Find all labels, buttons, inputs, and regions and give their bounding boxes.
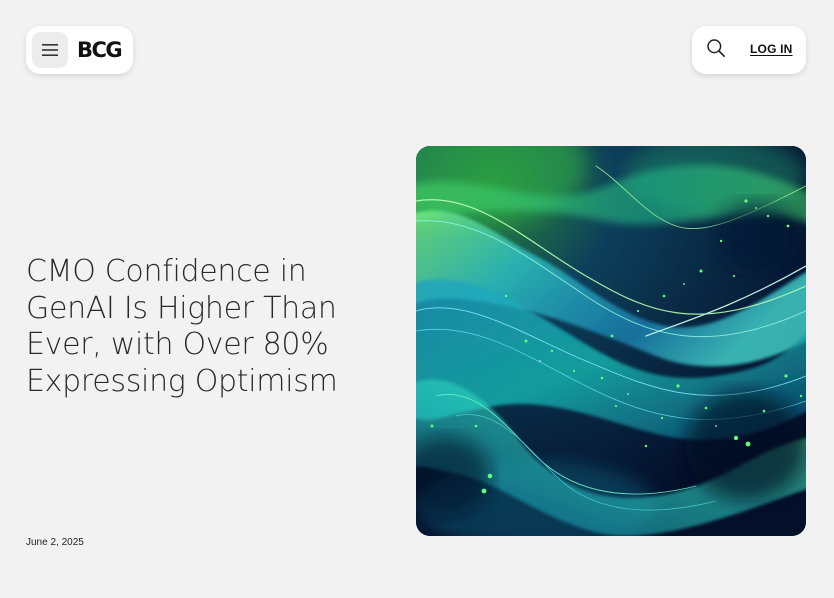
- header-left-bar: BCG: [26, 26, 133, 74]
- article-title: CMO Confidence in GenAI Is Higher Than E…: [26, 254, 338, 399]
- article-date: June 2, 2025: [26, 537, 84, 548]
- hamburger-icon: [42, 41, 58, 60]
- login-link[interactable]: LOG IN: [750, 42, 793, 56]
- menu-button[interactable]: [32, 32, 68, 68]
- page: BCG LOG IN CMO Confidence in GenAI Is Hi…: [0, 0, 834, 598]
- header-right-bar: LOG IN: [692, 26, 806, 74]
- search-button[interactable]: [704, 38, 728, 62]
- bcg-logo[interactable]: BCG: [77, 38, 123, 62]
- search-icon: [706, 38, 726, 62]
- hero-image: [416, 146, 806, 536]
- hero-abstract-waves: [416, 146, 806, 536]
